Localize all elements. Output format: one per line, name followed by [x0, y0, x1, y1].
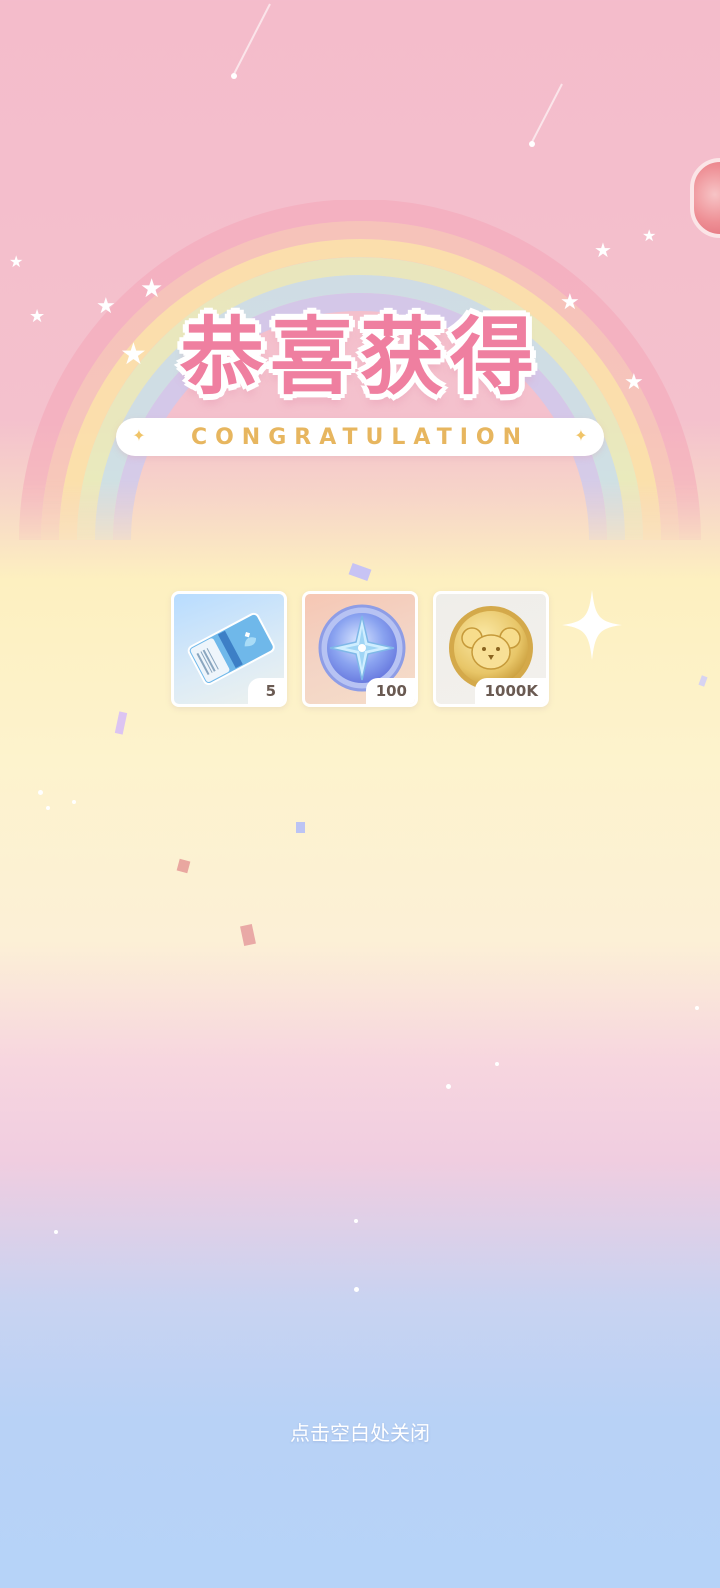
confetti-piece [296, 822, 305, 833]
sparkle-dot [46, 806, 50, 810]
confetti-piece [348, 562, 372, 582]
page-title: 恭喜获得 [179, 308, 540, 406]
sparkle-icon: ✦ [132, 426, 146, 445]
sparkle-dot [446, 1084, 451, 1089]
reward-quantity: 1000K [474, 678, 546, 704]
star-icon: ★ [642, 226, 657, 245]
star-icon: ★ [594, 238, 612, 262]
sparkle-dot [54, 1230, 58, 1234]
shooting-star-decoration [529, 83, 563, 147]
confetti-piece [698, 675, 708, 687]
reward-quantity: 100 [365, 678, 415, 704]
sparkle-icon: ✦ [574, 426, 588, 445]
sparkle-dot [354, 1287, 359, 1292]
reward-list: 5 100 1000K [171, 591, 551, 709]
reward-popup[interactable]: ★ ★ ★ ★ ★ ★ ★ ★ ★ 恭喜获得 ✦ CONGRATULATION … [0, 0, 720, 1588]
sparkle-dot [72, 800, 76, 804]
star-icon: ★ [9, 252, 24, 271]
close-hint[interactable]: 点击空白处关闭 [0, 1417, 720, 1446]
sparkle-icon [562, 590, 622, 660]
confetti-piece [240, 923, 256, 947]
title-area: 恭喜获得 [0, 280, 720, 410]
confetti-piece [176, 858, 191, 874]
shooting-star-decoration [231, 3, 271, 79]
sparkle-dot [38, 790, 43, 795]
subtitle-banner: ✦ CONGRATULATION ✦ [116, 418, 604, 456]
sparkle-dot [354, 1219, 358, 1223]
sparkle-dot [695, 1006, 699, 1010]
reward-item[interactable]: 5 [171, 591, 287, 707]
confetti-piece [114, 711, 128, 735]
reward-quantity: 5 [248, 678, 284, 704]
sparkle-dot [495, 1062, 499, 1066]
reward-item[interactable]: 100 [302, 591, 418, 707]
subtitle-text: CONGRATULATION [190, 424, 530, 450]
reward-item[interactable]: 1000K [433, 591, 549, 707]
